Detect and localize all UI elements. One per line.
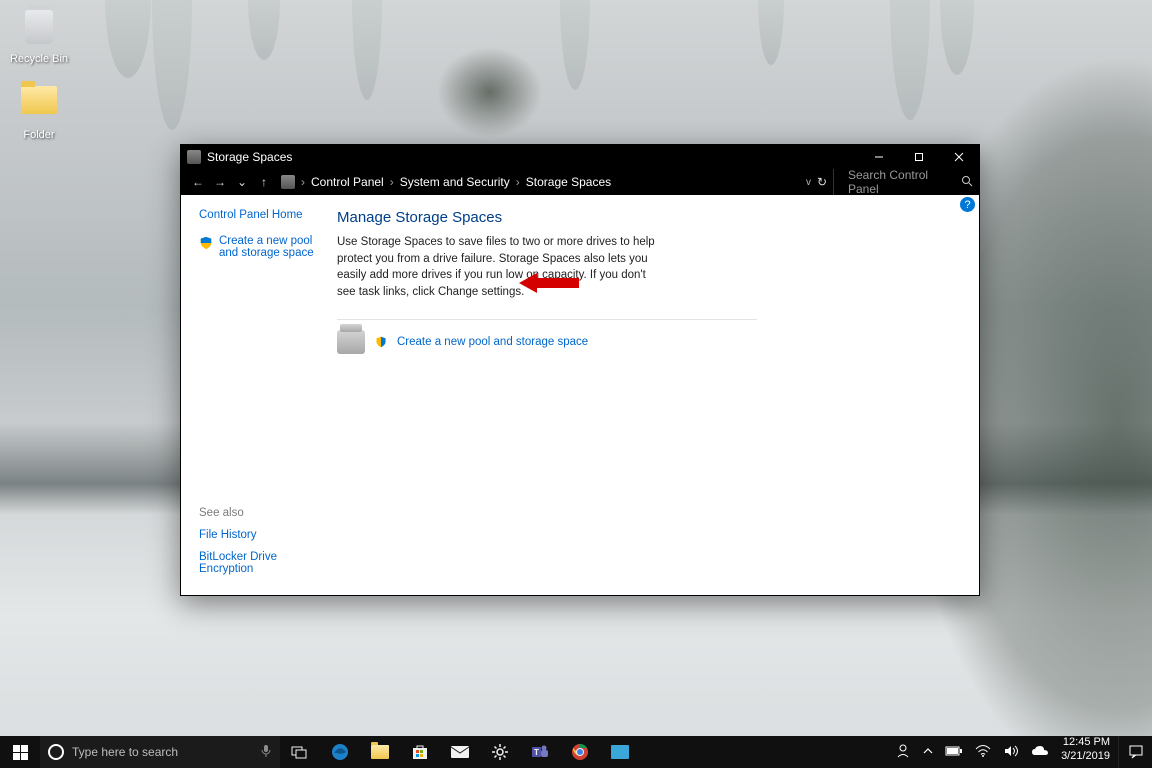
page-description: Use Storage Spaces to save files to two … (337, 234, 657, 301)
see-also-bitlocker[interactable]: BitLocker Drive Encryption (199, 551, 323, 575)
back-button[interactable]: ← (187, 175, 209, 189)
minimize-button[interactable] (859, 145, 899, 169)
tray-people-icon[interactable] (895, 743, 911, 762)
divider (337, 319, 757, 320)
tray-overflow-button[interactable] (923, 745, 933, 759)
recent-locations-button[interactable]: ⌄ (231, 175, 253, 189)
shield-icon (199, 236, 213, 250)
action-center-button[interactable] (1118, 736, 1152, 768)
create-pool-link[interactable]: Create a new pool and storage space (397, 336, 588, 348)
taskbar: Type here to search T (0, 736, 1152, 768)
see-also-heading: See also (199, 507, 323, 519)
chevron-right-icon: › (299, 175, 307, 189)
titlebar[interactable]: Storage Spaces (181, 145, 979, 169)
desktop-icon-folder[interactable]: Folder (5, 78, 73, 141)
location-icon (281, 175, 295, 189)
task-view-button[interactable] (280, 736, 320, 768)
taskbar-app-edge[interactable] (320, 736, 360, 768)
tray-wifi-icon[interactable] (975, 744, 991, 761)
search-icon (961, 175, 973, 190)
taskbar-app-mail[interactable] (440, 736, 480, 768)
svg-text:T: T (534, 748, 539, 757)
forward-button[interactable]: → (209, 175, 231, 189)
address-bar: ← → ⌄ ↑ › Control Panel › System and Sec… (181, 169, 979, 195)
taskbar-search[interactable]: Type here to search (40, 736, 280, 768)
tray-volume-icon[interactable] (1003, 744, 1019, 761)
start-button[interactable] (0, 736, 40, 768)
see-also-file-history[interactable]: File History (199, 529, 323, 541)
desktop-icon-label: Recycle Bin (10, 53, 68, 65)
system-tray (891, 736, 1053, 768)
chevron-right-icon: › (388, 175, 396, 189)
refresh-button[interactable]: ↻ (817, 175, 827, 189)
taskbar-search-placeholder: Type here to search (72, 745, 178, 759)
drives-stack-icon (337, 330, 365, 354)
sidebar-task-label: Create a new pool and storage space (219, 235, 323, 259)
address-dropdown[interactable]: v (806, 177, 811, 188)
sidebar-task-create-pool[interactable]: Create a new pool and storage space (199, 235, 323, 259)
folder-icon (21, 86, 57, 114)
search-placeholder: Search Control Panel (848, 168, 961, 196)
taskbar-app-settings[interactable] (480, 736, 520, 768)
microphone-icon[interactable] (260, 744, 272, 761)
page-heading: Manage Storage Spaces (337, 209, 949, 226)
chevron-right-icon: › (514, 175, 522, 189)
control-panel-home-link[interactable]: Control Panel Home (199, 209, 323, 221)
storage-spaces-icon (187, 150, 201, 164)
storage-spaces-window: Storage Spaces ← → ⌄ ↑ › Control Panel ›… (180, 144, 980, 596)
desktop-icon-label: Folder (23, 129, 54, 141)
sidebar: Control Panel Home Create a new pool and… (181, 195, 329, 595)
maximize-button[interactable] (899, 145, 939, 169)
taskbar-app-chrome[interactable] (560, 736, 600, 768)
content-pane: Manage Storage Spaces Use Storage Spaces… (329, 195, 979, 595)
breadcrumb-item[interactable]: Control Panel (307, 175, 388, 189)
tray-onedrive-icon[interactable] (1031, 745, 1049, 760)
breadcrumb-item[interactable]: System and Security (396, 175, 514, 189)
clock-date: 3/21/2019 (1061, 750, 1110, 764)
taskbar-app-file-explorer[interactable] (360, 736, 400, 768)
window-title: Storage Spaces (207, 150, 292, 164)
taskbar-app-store[interactable] (400, 736, 440, 768)
up-button[interactable]: ↑ (253, 175, 275, 189)
taskbar-app-teams[interactable]: T (520, 736, 560, 768)
recycle-bin-icon (25, 10, 53, 44)
desktop-icon-recycle-bin[interactable]: Recycle Bin (5, 6, 73, 65)
taskbar-app-generic[interactable] (600, 736, 640, 768)
windows-logo-icon (13, 745, 28, 760)
clock-time: 12:45 PM (1061, 736, 1110, 750)
breadcrumb-item[interactable]: Storage Spaces (522, 175, 615, 189)
search-box[interactable]: Search Control Panel (833, 169, 973, 195)
tray-battery-icon[interactable] (945, 745, 963, 760)
taskbar-clock[interactable]: 12:45 PM 3/21/2019 (1053, 736, 1118, 768)
shield-icon (375, 336, 387, 348)
close-button[interactable] (939, 145, 979, 169)
cortana-icon (48, 744, 64, 760)
